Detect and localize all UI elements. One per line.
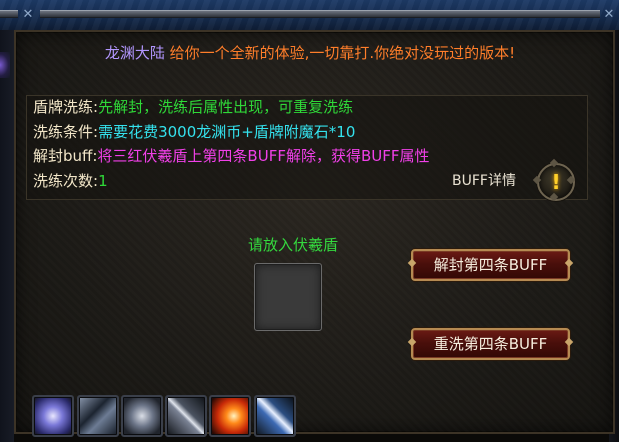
- slot-prompt: 请放入伏羲盾: [247, 236, 338, 254]
- info-row-label: 洗练条件:: [33, 123, 99, 141]
- left-window-edge: [0, 30, 14, 442]
- buff-detail-button[interactable]: !: [532, 158, 576, 202]
- exclamation-icon: !: [551, 170, 561, 194]
- info-row-shield-refine: 盾牌洗练:先解封，洗练后属性出现，可重复洗练: [33, 96, 353, 118]
- blade-icon[interactable]: [254, 395, 296, 437]
- rewash-buff-button[interactable]: 重洗第四条BUFF: [411, 328, 570, 360]
- close-icon[interactable]: ✕: [603, 8, 615, 21]
- shield-item-slot[interactable]: [254, 263, 322, 331]
- info-row-label: 解封buff:: [33, 147, 98, 165]
- info-row-value: 先解封，洗练后属性出现，可重复洗练: [98, 98, 354, 116]
- info-row-refine-condition: 洗练条件:需要花费3000龙渊币+盾牌附魔石*10: [33, 121, 355, 143]
- sword-slash-icon[interactable]: [165, 395, 207, 437]
- refine-count-value: 1: [98, 172, 108, 190]
- top-rail-left: [0, 10, 18, 18]
- info-row-refine-count: 洗练次数:1: [33, 170, 108, 192]
- server-slogan: 给你一个全新的体验,一切靠打.你绝对没玩过的版本!: [169, 44, 516, 62]
- energy-orb-icon[interactable]: [32, 395, 74, 437]
- side-orb-glow: [0, 52, 10, 78]
- info-row-label: 盾牌洗练:: [33, 98, 99, 116]
- info-row-value: 将三红伏羲盾上第四条BUFF解除，获得BUFF属性: [97, 147, 430, 165]
- x-mark-left-icon: ✕: [22, 7, 34, 22]
- info-row-value: 需要花费3000龙渊币+盾牌附魔石*10: [98, 123, 356, 141]
- spark-burst-icon[interactable]: [121, 395, 163, 437]
- claw-strike-icon[interactable]: [77, 395, 119, 437]
- skill-bar: [30, 395, 300, 442]
- game-screen: ✕ ✕ 龙渊大陆 给你一个全新的体验,一切靠打.你绝对没玩过的版本! 盾牌洗练:…: [0, 0, 619, 442]
- info-row-label: 洗练次数:: [33, 172, 99, 190]
- server-name: 龙渊大陆: [104, 44, 165, 62]
- fire-blast-icon[interactable]: [209, 395, 251, 437]
- top-rail-center: [40, 10, 600, 18]
- info-row-unlock-buff: 解封buff:将三红伏羲盾上第四条BUFF解除，获得BUFF属性: [33, 145, 429, 167]
- unlock-buff-button[interactable]: 解封第四条BUFF: [411, 249, 570, 281]
- buff-detail-label: BUFF详情: [452, 173, 516, 189]
- shield-refine-window: [14, 30, 615, 434]
- window-title: 龙渊大陆 给你一个全新的体验,一切靠打.你绝对没玩过的版本!: [40, 40, 580, 66]
